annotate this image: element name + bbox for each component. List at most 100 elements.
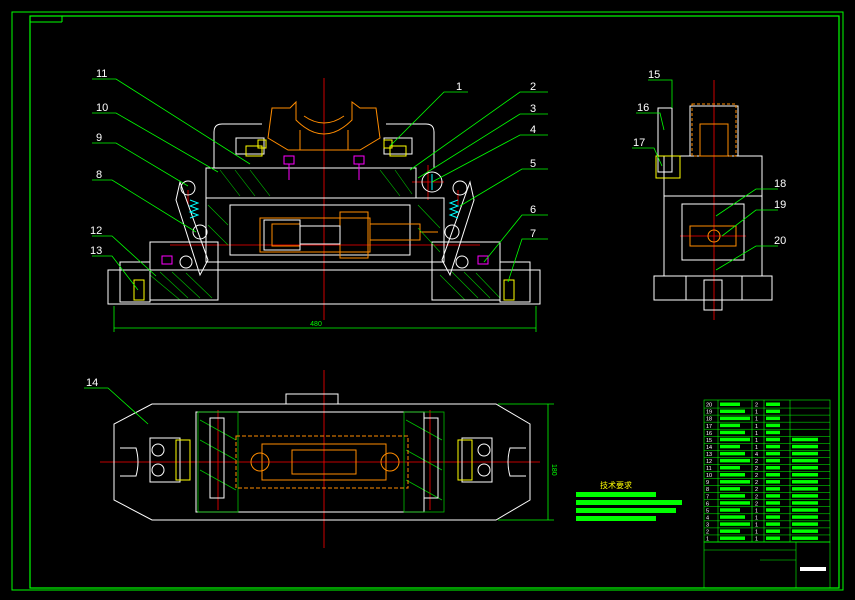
- parts-row-quantity: 2: [755, 403, 758, 409]
- overall-width-dimension: [113, 306, 537, 332]
- top-view: 180 14: [84, 370, 557, 548]
- parts-row-name: [720, 423, 740, 428]
- part-label-9: 9: [96, 132, 102, 144]
- parts-row-material: [766, 508, 780, 512]
- parts-row-standard: [792, 494, 818, 498]
- part-label-17: 17: [633, 137, 645, 149]
- parts-row-quantity: 2: [755, 480, 758, 486]
- parts-row-number: 4: [706, 515, 709, 521]
- parts-row-number: 17: [706, 424, 712, 430]
- parts-row-material: [766, 451, 780, 456]
- parts-row-standard: [792, 529, 818, 533]
- parts-row-name: [720, 409, 745, 414]
- parts-row-number: 20: [706, 403, 712, 409]
- parts-row-name: [720, 487, 740, 491]
- part-label-18: 18: [774, 178, 786, 190]
- parts-row-material: [766, 437, 780, 442]
- parts-row-name: [720, 515, 745, 519]
- parts-row-quantity: 1: [755, 530, 758, 536]
- front-center-lines: [170, 78, 480, 320]
- parts-row-material: [766, 465, 780, 470]
- front-leaders: [92, 78, 548, 291]
- part-label-3: 3: [530, 103, 536, 115]
- part-label-2: 2: [530, 81, 536, 93]
- parts-row-material: [766, 515, 780, 519]
- parts-row-quantity: 4: [755, 452, 758, 458]
- parts-row-number: 2: [706, 530, 709, 536]
- part-label-19: 19: [774, 199, 786, 211]
- parts-row-quantity: 1: [755, 417, 758, 423]
- part-label-13: 13: [90, 245, 102, 257]
- parts-row-material: [766, 494, 780, 498]
- parts-row-number: 10: [706, 473, 712, 479]
- part-label-7: 7: [530, 228, 536, 240]
- side-leaders: [632, 79, 778, 271]
- part-label-8: 8: [96, 169, 102, 181]
- parts-row-number: 15: [706, 438, 712, 444]
- tech-requirements-title: 技术要求: [600, 480, 632, 490]
- parts-row-quantity: 1: [755, 537, 758, 543]
- parts-row-quantity: 1: [755, 445, 758, 451]
- parts-row-number: 16: [706, 431, 712, 437]
- parts-row-material: [766, 458, 780, 463]
- parts-row-quantity: 1: [755, 424, 758, 430]
- parts-row-standard: [792, 437, 818, 442]
- parts-row-name: [720, 402, 740, 406]
- parts-row-number: 1: [706, 537, 709, 543]
- parts-row-standard: [792, 508, 818, 512]
- parts-row-name: [720, 529, 740, 533]
- parts-row-standard: [792, 465, 818, 470]
- parts-row-number: 6: [706, 501, 709, 507]
- parts-row-quantity: 1: [755, 410, 758, 416]
- parts-row-material: [766, 409, 780, 414]
- parts-row-quantity: 2: [755, 487, 758, 493]
- parts-row-standard: [792, 444, 818, 449]
- part-label-15: 15: [648, 69, 660, 81]
- parts-row-quantity: 1: [755, 522, 758, 528]
- parts-row-standard: [792, 536, 818, 540]
- parts-row-number: 5: [706, 508, 709, 514]
- part-label-10: 10: [96, 102, 108, 114]
- parts-row-material: [766, 536, 780, 540]
- parts-row-name: [720, 465, 740, 470]
- screws: [161, 155, 489, 265]
- parts-row-quantity: 2: [755, 494, 758, 500]
- part-label-12: 12: [90, 225, 102, 237]
- tech-requirements-text-lines: [576, 492, 682, 521]
- hydraulic-cylinder: [259, 211, 438, 259]
- parts-row-number: 13: [706, 452, 712, 458]
- parts-row-standard: [792, 473, 818, 477]
- parts-row-quantity: 2: [755, 473, 758, 479]
- parts-row-quantity: 1: [755, 515, 758, 521]
- part-label-20: 20: [774, 235, 786, 247]
- technical-requirements: 技术要求: [576, 480, 682, 521]
- part-label-16: 16: [637, 102, 649, 114]
- parts-row-material: [766, 480, 780, 484]
- parts-row-standard: [792, 480, 818, 484]
- side-body: [653, 105, 773, 311]
- parts-row-name: [720, 522, 750, 526]
- parts-row-material: [766, 522, 780, 526]
- parts-row-number: 19: [706, 410, 712, 416]
- parts-row-name: [720, 501, 750, 505]
- fixture-assembly-drawing: 480 11 10 9 8 12 13 1 2 3 4 5 6 7 15 16 …: [11, 11, 844, 591]
- parts-row-quantity: 1: [755, 431, 758, 437]
- part-label-4: 4: [530, 124, 536, 136]
- parts-row-name: [720, 536, 745, 540]
- parts-row-quantity: 2: [755, 459, 758, 465]
- clamp-body: [205, 123, 445, 263]
- parts-row-name: [720, 480, 750, 484]
- top-center-lines: [100, 370, 540, 548]
- parts-row-material: [766, 444, 780, 449]
- part-label-6: 6: [530, 204, 536, 216]
- parts-row-number: 18: [706, 417, 712, 423]
- parts-row-number: 9: [706, 480, 709, 486]
- parts-row-standard: [792, 458, 818, 463]
- parts-row-standard: [792, 515, 818, 519]
- parts-row-number: 11: [706, 466, 712, 472]
- drawing-border: [11, 11, 844, 591]
- parts-row-name: [720, 451, 745, 456]
- top-clamp-units: [149, 417, 493, 499]
- title-block-fill: [800, 567, 826, 571]
- part-label-1: 1: [456, 81, 462, 93]
